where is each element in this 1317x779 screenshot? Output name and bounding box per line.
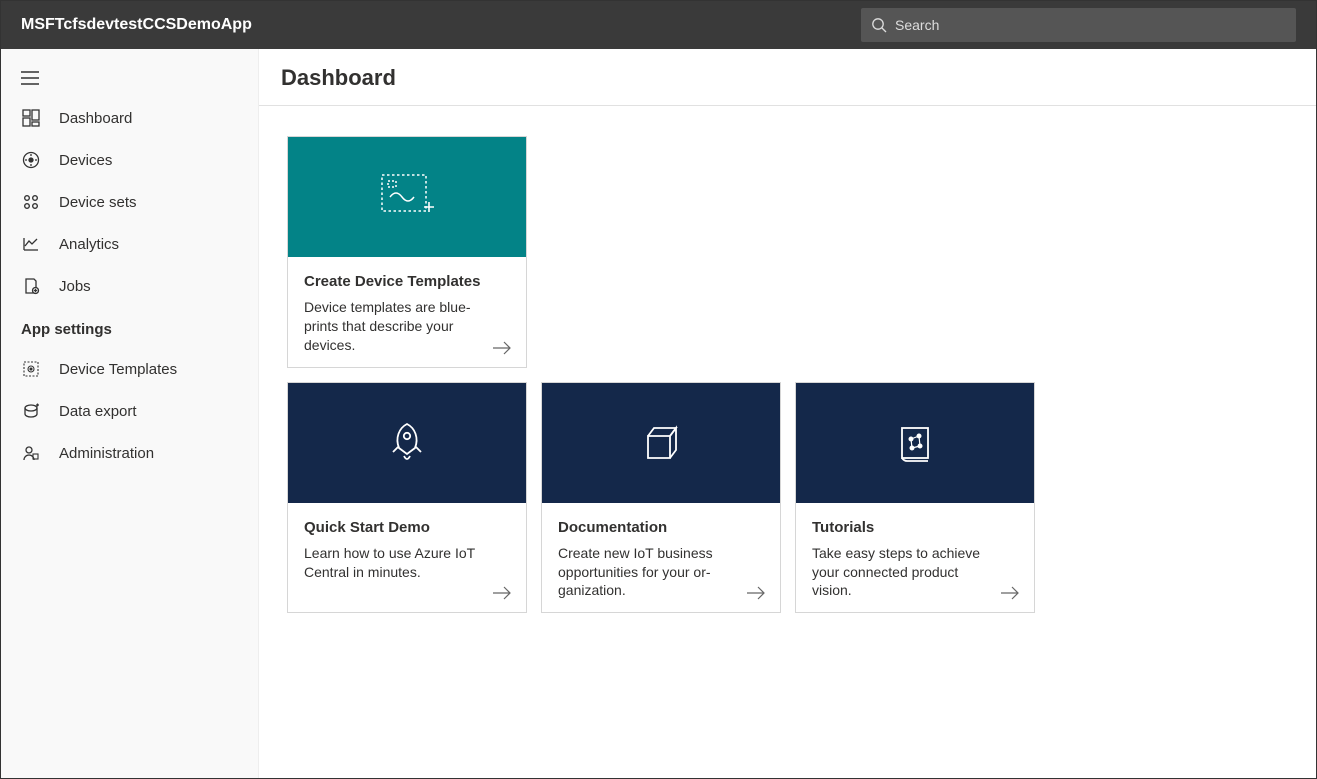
card-thumb (288, 137, 526, 257)
page-title: Dashboard (281, 65, 1294, 91)
card-body: Create Device Templates Device templates… (288, 257, 526, 367)
card-title: Create Device Templates (304, 273, 510, 290)
menu-toggle[interactable] (1, 59, 258, 97)
sidebar-item-device-sets[interactable]: Device sets (1, 181, 258, 223)
rocket-icon (380, 416, 434, 470)
card-title: Quick Start Demo (304, 519, 510, 536)
arrow-right-icon (492, 586, 512, 600)
search-icon (871, 17, 887, 33)
card-arrow (492, 586, 512, 600)
card-documentation[interactable]: Documentation Create new IoT business op… (541, 382, 781, 614)
sidebar-item-administration[interactable]: Administration (1, 432, 258, 474)
card-row-resources: Quick Start Demo Learn how to use Azure … (287, 382, 1288, 614)
sidebar-item-label: Devices (59, 152, 112, 169)
arrow-right-icon (492, 341, 512, 355)
card-title: Tutorials (812, 519, 1018, 536)
sidebar-item-label: Data export (59, 403, 137, 420)
app-window: MSFTcfsdevtestCCSDemoApp Dashboard Devic… (0, 0, 1317, 779)
sidebar-item-label: Analytics (59, 236, 119, 253)
device-templates-icon (21, 360, 41, 378)
search-input[interactable] (895, 17, 1286, 33)
card-desc: Device templates are blue­prints that de… (304, 298, 510, 355)
sidebar-item-label: Administration (59, 445, 154, 462)
card-title: Documentation (558, 519, 764, 536)
card-thumb (288, 383, 526, 503)
sidebar-item-label: Dashboard (59, 110, 132, 127)
sidebar-item-device-templates[interactable]: Device Templates (1, 348, 258, 390)
administration-icon (21, 444, 41, 462)
docs-icon (636, 418, 686, 468)
topbar: MSFTcfsdevtestCCSDemoApp (1, 1, 1316, 49)
sidebar-item-analytics[interactable]: Analytics (1, 223, 258, 265)
card-body: Tutorials Take easy steps to achieve you… (796, 503, 1034, 613)
card-quick-start-demo[interactable]: Quick Start Demo Learn how to use Azure … (287, 382, 527, 614)
hamburger-icon (21, 71, 39, 85)
card-desc: Learn how to use Azure IoT Central in mi… (304, 544, 510, 582)
card-create-device-templates[interactable]: Create Device Templates Device templates… (287, 136, 527, 368)
arrow-right-icon (1000, 586, 1020, 600)
sidebar-section-header: App settings (1, 307, 258, 348)
sidebar-item-label: Jobs (59, 278, 91, 295)
card-desc: Create new IoT business opportunities fo… (558, 544, 764, 601)
devices-icon (21, 151, 41, 169)
main-content: Dashboard Cre (259, 49, 1316, 778)
dashboard-content: Create Device Templates Device templates… (259, 106, 1316, 657)
card-row-featured: Create Device Templates Device templates… (287, 136, 1288, 368)
sidebar-item-label: Device sets (59, 194, 137, 211)
analytics-icon (21, 235, 41, 253)
card-thumb (542, 383, 780, 503)
app-body: Dashboard Devices Device sets Analytics … (1, 49, 1316, 778)
template-add-icon (372, 167, 442, 227)
sidebar-item-dashboard[interactable]: Dashboard (1, 97, 258, 139)
sidebar-item-devices[interactable]: Devices (1, 139, 258, 181)
card-thumb (796, 383, 1034, 503)
dashboard-icon (21, 109, 41, 127)
jobs-icon (21, 277, 41, 295)
arrow-right-icon (746, 586, 766, 600)
sidebar: Dashboard Devices Device sets Analytics … (1, 49, 259, 778)
search-box[interactable] (861, 8, 1296, 42)
card-arrow (1000, 586, 1020, 600)
page-header: Dashboard (259, 49, 1316, 106)
sidebar-item-data-export[interactable]: Data export (1, 390, 258, 432)
sidebar-item-label: Device Templates (59, 361, 177, 378)
card-tutorials[interactable]: Tutorials Take easy steps to achieve you… (795, 382, 1035, 614)
tutorial-icon (890, 418, 940, 468)
card-arrow (746, 586, 766, 600)
card-desc: Take easy steps to achieve your connecte… (812, 544, 1018, 601)
app-title: MSFTcfsdevtestCCSDemoApp (21, 16, 252, 34)
device-sets-icon (21, 193, 41, 211)
sidebar-item-jobs[interactable]: Jobs (1, 265, 258, 307)
card-arrow (492, 341, 512, 355)
card-body: Documentation Create new IoT business op… (542, 503, 780, 613)
data-export-icon (21, 402, 41, 420)
card-body: Quick Start Demo Learn how to use Azure … (288, 503, 526, 613)
